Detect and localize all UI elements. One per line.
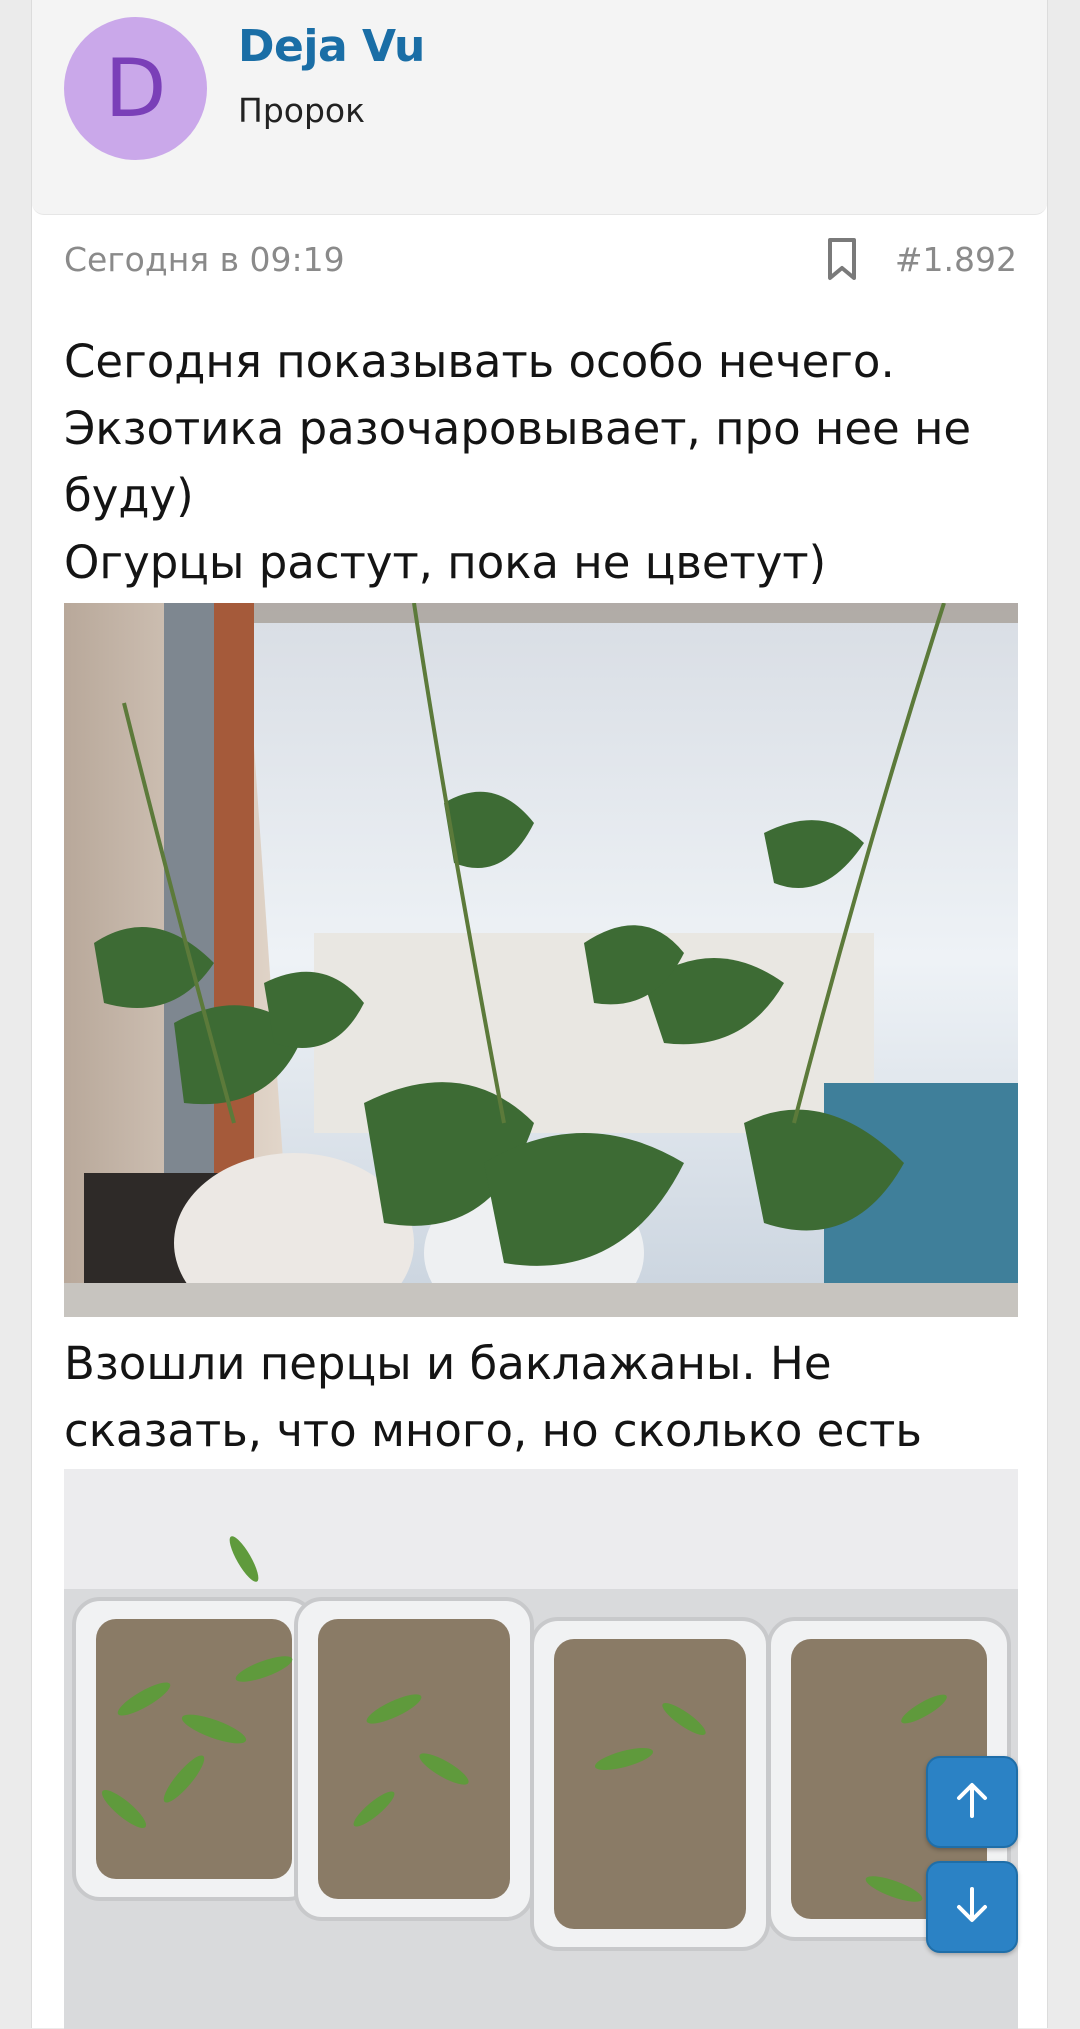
post-card: D Deja Vu Пророк Сегодня в 09:19 #1.892 … xyxy=(31,0,1048,2029)
photo-cucumbers[interactable] xyxy=(64,603,1018,1317)
author-name-link[interactable]: Deja Vu xyxy=(238,21,425,72)
bookmark-icon[interactable] xyxy=(822,236,862,282)
photo-seedlings[interactable] xyxy=(64,1469,1018,2029)
avatar[interactable]: D xyxy=(64,17,207,160)
arrow-down-icon xyxy=(950,1883,994,1932)
arrow-up-icon xyxy=(950,1778,994,1827)
author-block: D Deja Vu Пророк xyxy=(32,0,1047,215)
post-number[interactable]: #1.892 xyxy=(895,240,1017,279)
avatar-letter: D xyxy=(104,42,167,135)
scroll-down-button[interactable] xyxy=(926,1861,1018,1953)
post-date[interactable]: Сегодня в 09:19 xyxy=(64,240,345,279)
post-paragraph-1: Сегодня показывать особо нечего. Экзотик… xyxy=(64,335,972,589)
author-title: Пророк xyxy=(238,91,366,130)
scroll-up-button[interactable] xyxy=(926,1756,1018,1848)
post-paragraph-2: Взошли перцы и баклажаны. Не сказать, чт… xyxy=(64,1337,922,1457)
